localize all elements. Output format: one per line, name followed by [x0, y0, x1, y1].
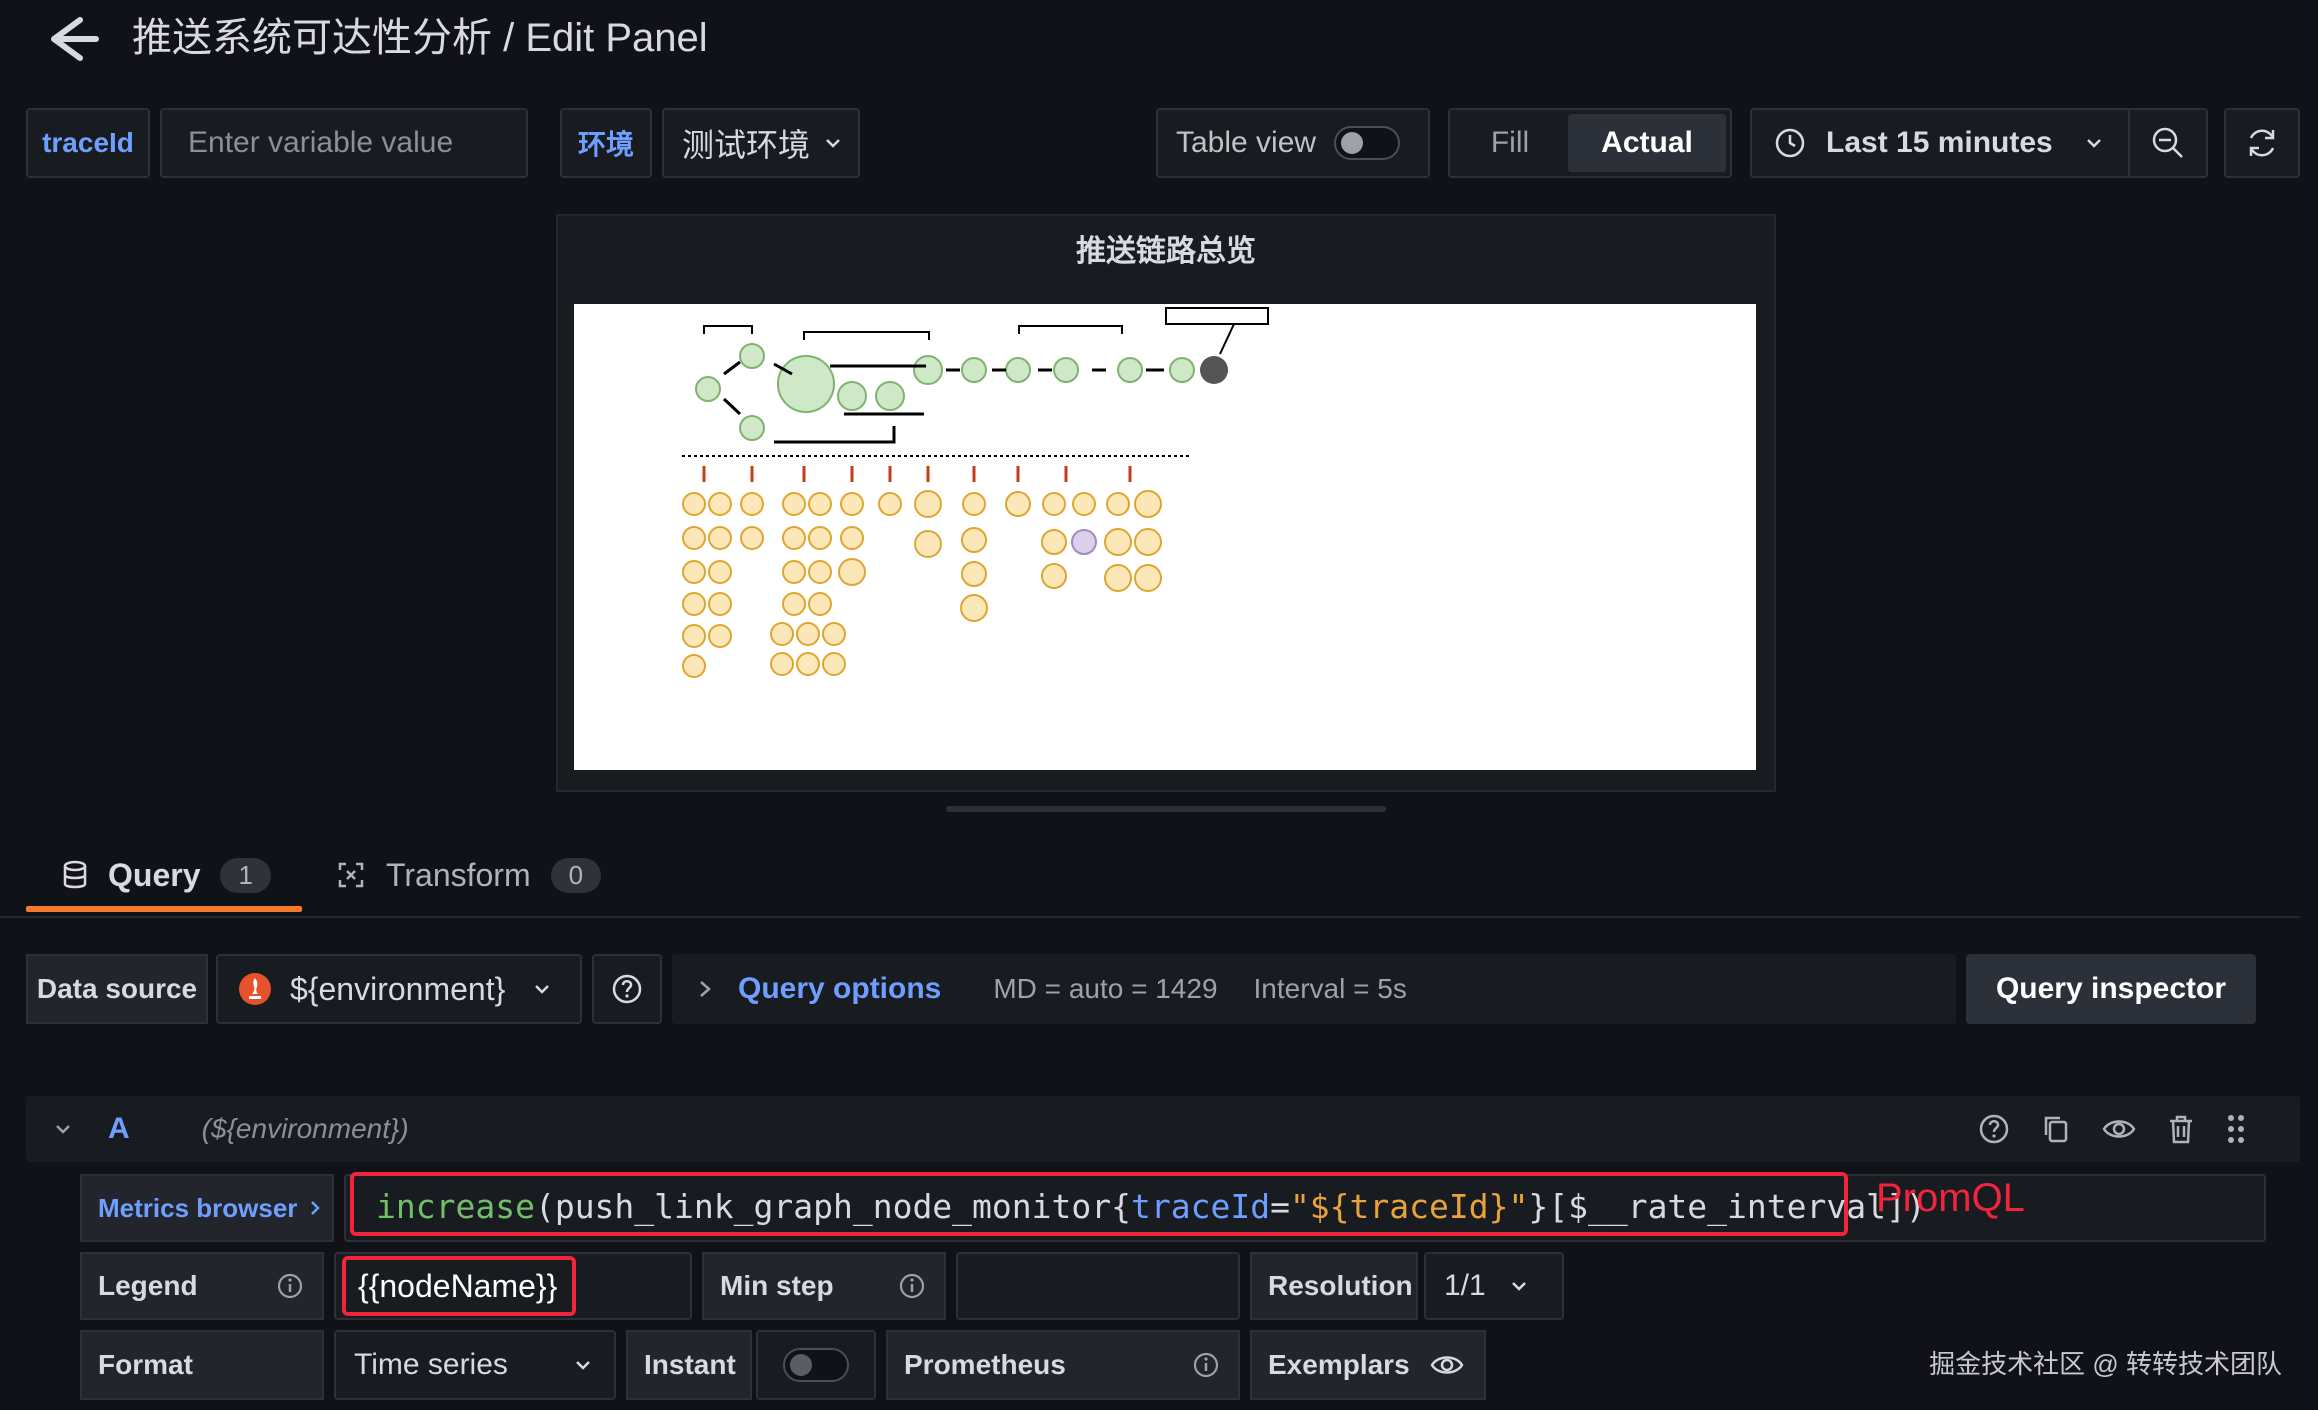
- chevron-down-icon: [826, 139, 840, 148]
- metrics-browser-button[interactable]: Metrics browser: [80, 1174, 334, 1242]
- expr-label-key: traceId: [1130, 1187, 1271, 1226]
- drag-handle-icon[interactable]: [2226, 1113, 2246, 1145]
- flow-diagram-image: [574, 304, 1756, 770]
- table-view-label: Table view: [1176, 126, 1317, 159]
- tab-query-label: Query: [108, 856, 201, 893]
- chevron-down-icon: [2086, 139, 2101, 148]
- tab-query-count: 1: [220, 857, 271, 893]
- zoom-out-button[interactable]: [2130, 110, 2206, 176]
- exemplars-label-cell: Exemplars: [1250, 1330, 1486, 1400]
- format-value: Time series: [354, 1348, 508, 1381]
- page-title: 推送系统可达性分析 / Edit Panel: [132, 16, 708, 60]
- query-row-actions: [1978, 1108, 2246, 1150]
- info-icon[interactable]: [1192, 1351, 1220, 1379]
- traceid-variable-input[interactable]: Enter variable value: [160, 108, 528, 178]
- data-source-help-button[interactable]: [592, 954, 662, 1024]
- legend-label-cell: Legend: [80, 1252, 324, 1320]
- data-source-label: Data source: [26, 954, 208, 1024]
- chevron-down-icon: [576, 1361, 590, 1370]
- format-label: Format: [80, 1330, 324, 1400]
- tab-query[interactable]: Query 1: [62, 850, 271, 900]
- watermark: 掘金技术社区 @ 转转技术团队: [1929, 1349, 2282, 1379]
- min-step-label: Min step: [720, 1270, 834, 1301]
- type-label-cell: Prometheus: [886, 1330, 1240, 1400]
- tab-transform-label: Transform: [386, 856, 531, 893]
- eye-icon[interactable]: [2102, 1113, 2136, 1145]
- chevron-right-icon: [311, 1201, 321, 1215]
- tab-transform[interactable]: Transform 0: [336, 850, 602, 900]
- refresh-button[interactable]: [2224, 108, 2300, 178]
- table-view-control[interactable]: Table view: [1156, 108, 1430, 178]
- env-variable-value: 测试环境: [682, 127, 811, 163]
- legend-value: {{nodeName}}: [358, 1267, 558, 1304]
- query-row-header: A (${environment}): [26, 1096, 2300, 1162]
- instant-toggle[interactable]: [783, 1348, 849, 1382]
- table-view-toggle[interactable]: [1334, 126, 1401, 160]
- resolution-select[interactable]: 1/1: [1424, 1252, 1564, 1320]
- transform-icon: [338, 862, 364, 888]
- type-label: Prometheus: [904, 1349, 1066, 1380]
- prometheus-icon: [239, 973, 271, 1005]
- expr-metric: (push_link_graph_node_monitor{: [534, 1187, 1131, 1226]
- resolution-label: Resolution: [1250, 1252, 1418, 1320]
- duplicate-icon[interactable]: [2040, 1113, 2072, 1145]
- interval-text: Interval = 5s: [1253, 973, 1407, 1004]
- clock-icon: [1775, 128, 1805, 158]
- traceid-input-placeholder: Enter variable value: [188, 126, 454, 159]
- help-circle-icon[interactable]: [1978, 1113, 2010, 1145]
- max-data-points-text: MD = auto = 1429: [993, 973, 1218, 1004]
- active-tab-indicator: [26, 906, 302, 912]
- query-datasource-name: (${environment}): [201, 1113, 409, 1144]
- panel-resize-handle[interactable]: [946, 806, 1386, 812]
- metrics-browser-label: Metrics browser: [98, 1192, 298, 1223]
- query-options-bar[interactable]: Query options MD = auto = 1429 Interval …: [672, 954, 1956, 1024]
- expr-label-value: "${traceId}": [1289, 1187, 1529, 1226]
- database-icon: [63, 860, 87, 889]
- promql-annotation: PromQL: [1876, 1176, 2025, 1220]
- format-select[interactable]: Time series: [334, 1330, 616, 1400]
- eye-icon[interactable]: [1430, 1350, 1464, 1380]
- exemplars-label: Exemplars: [1268, 1349, 1410, 1380]
- actual-button[interactable]: Actual: [1568, 114, 1726, 172]
- resolution-value: 1/1: [1444, 1269, 1486, 1302]
- tab-transform-count: 0: [550, 857, 602, 893]
- instant-label: Instant: [626, 1330, 752, 1400]
- refresh-icon: [2249, 129, 2275, 157]
- query-expression[interactable]: increase(push_link_graph_node_monitor{tr…: [376, 1186, 1926, 1228]
- query-inspector-button[interactable]: Query inspector: [1966, 954, 2256, 1024]
- back-arrow-icon[interactable]: [40, 14, 100, 64]
- trash-icon[interactable]: [2166, 1113, 2196, 1145]
- data-source-value: ${environment}: [290, 970, 506, 1007]
- instant-toggle-cell: [756, 1330, 876, 1400]
- help-circle-icon: [612, 974, 642, 1004]
- panel-title: 推送链路总览: [1076, 235, 1256, 268]
- legend-label: Legend: [98, 1270, 198, 1301]
- env-variable-select[interactable]: 测试环境: [662, 108, 860, 178]
- chevron-down-icon: [535, 985, 550, 994]
- zoom-out-icon: [2152, 127, 2183, 158]
- legend-highlight-box: {{nodeName}}: [342, 1256, 576, 1316]
- expr-range: }[$__rate_interval]): [1528, 1187, 1926, 1226]
- info-icon[interactable]: [276, 1272, 304, 1300]
- min-step-input[interactable]: [956, 1252, 1240, 1320]
- env-variable-label: 环境: [560, 108, 652, 178]
- fill-button[interactable]: Fill: [1450, 110, 1570, 176]
- chevron-right-icon: [700, 981, 711, 997]
- info-icon[interactable]: [898, 1272, 926, 1300]
- query-ref-id[interactable]: A: [108, 1112, 130, 1146]
- query-options-label: Query options: [738, 972, 942, 1005]
- expr-function: increase: [376, 1187, 535, 1226]
- chevron-down-icon: [1511, 1282, 1526, 1291]
- traceid-variable-label: traceId: [26, 108, 150, 178]
- time-range-label: Last 15 minutes: [1826, 126, 2053, 159]
- min-step-label-cell: Min step: [702, 1252, 946, 1320]
- chevron-down-icon[interactable]: [54, 1123, 72, 1135]
- data-source-picker[interactable]: ${environment}: [216, 954, 582, 1024]
- expr-operator: =: [1270, 1187, 1290, 1226]
